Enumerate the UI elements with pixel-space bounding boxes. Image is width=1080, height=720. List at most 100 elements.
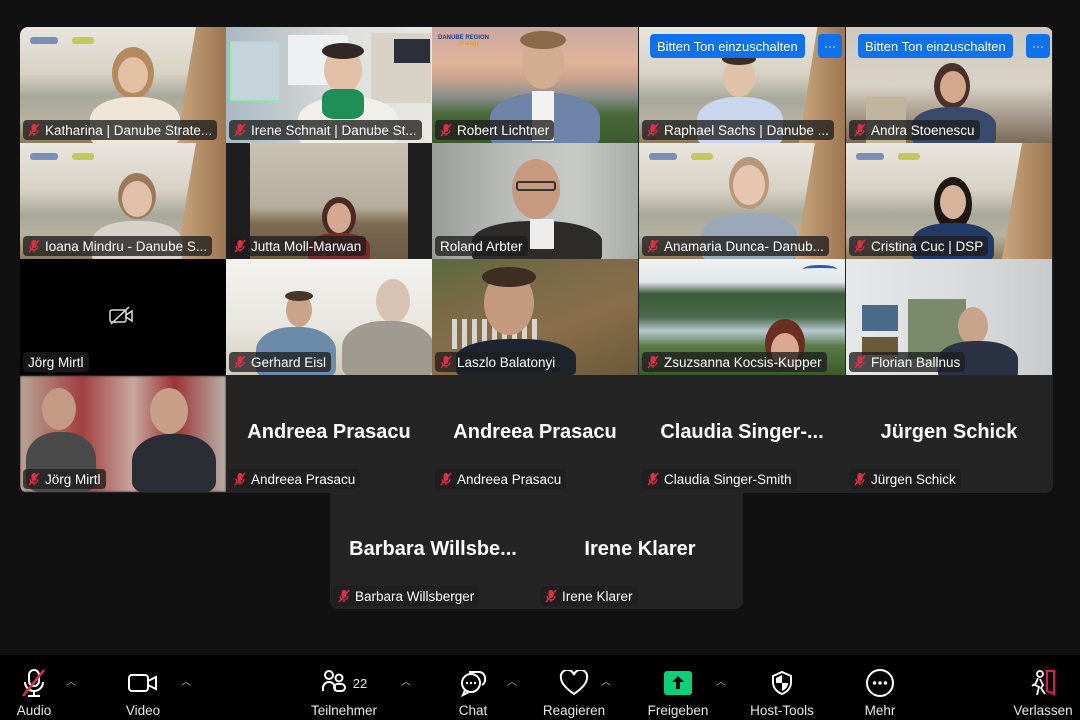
participant-tile[interactable]: Anamaria Dunca- Danub... [639, 143, 845, 259]
participant-name-tag: Claudia Singer-Smith [642, 469, 797, 489]
heart-icon [559, 665, 589, 701]
participant-tile-video-off[interactable]: Jürgen Schick Jürgen Schick [846, 376, 1052, 492]
mic-muted-icon [234, 472, 246, 486]
mic-muted-icon [545, 589, 557, 603]
participant-tile[interactable]: Laszlo Balatonyi [432, 259, 638, 375]
danube-region-logo: DANUBE REGION strategy [438, 35, 490, 47]
leave-button[interactable]: Verlassen [1008, 655, 1078, 720]
host-tools-label: Host-Tools [750, 703, 814, 718]
participant-tile[interactable]: Katharina | Danube Strate... [20, 27, 226, 143]
ask-to-unmute-button[interactable]: Bitten Ton einzuschalten [858, 34, 1013, 58]
participant-name-tag: Andreea Prasacu [229, 469, 361, 489]
participant-tile[interactable]: Florian Ballnus [846, 259, 1052, 375]
danube-strategy-logo [649, 153, 713, 160]
participant-count: 22 [352, 675, 368, 691]
danube-strategy-logo [30, 37, 94, 44]
participant-tile-video-off[interactable]: Barbara Willsbe... Barbara Willsberger [330, 493, 536, 609]
participant-tile-active-speaker[interactable]: Roland Arbter [432, 143, 638, 259]
react-options-caret[interactable]: ︿ [601, 673, 611, 688]
participant-tile-video-off[interactable]: Jörg Mirtl [20, 259, 226, 375]
participant-tile-video-off[interactable]: Andreea Prasacu Andreea Prasacu [432, 376, 638, 492]
participant-name: Irene Schnait | Danube St... [251, 122, 417, 138]
participant-name: Laszlo Balatonyi [457, 354, 556, 370]
participant-name: Anamaria Dunca- Danub... [664, 238, 824, 254]
participant-name-tag: Jutta Moll-Marwan [229, 236, 367, 256]
danube-strategy-logo [30, 153, 94, 160]
danube-region-logo [803, 265, 837, 273]
chat-label: Chat [458, 703, 488, 718]
react-label: Reagieren [542, 703, 606, 718]
participant-name-tag: Cristina Cuc | DSP [849, 236, 989, 256]
video-button[interactable]: Video [117, 655, 169, 720]
mic-muted-icon [440, 472, 452, 486]
participant-name: Andra Stoenescu [871, 122, 975, 138]
more-button[interactable]: Mehr [854, 655, 906, 720]
chat-options-caret[interactable]: ︿ [507, 673, 517, 688]
mic-muted-icon [20, 665, 48, 701]
participant-tile-video-off[interactable]: Andreea Prasacu Andreea Prasacu [226, 376, 432, 492]
leave-icon [1028, 665, 1058, 701]
participant-name: Irene Klarer [562, 588, 633, 604]
participant-name: Florian Ballnus [871, 354, 961, 370]
mic-muted-icon [440, 123, 452, 137]
participant-tile[interactable]: Bitten Ton einzuschalten ··· Andra Stoen… [846, 27, 1052, 143]
participant-name: Jutta Moll-Marwan [251, 238, 362, 254]
audio-button[interactable]: Audio [8, 655, 60, 720]
mic-muted-icon [28, 239, 40, 253]
participant-tile[interactable]: Jörg Mirtl [20, 376, 226, 492]
mic-muted-icon [28, 472, 40, 486]
video-off-icon [109, 306, 135, 331]
participant-tile-video-off[interactable]: Irene Klarer Irene Klarer [537, 493, 743, 609]
participant-name: Katharina | Danube Strate... [45, 122, 213, 138]
participant-tile[interactable]: Irene Schnait | Danube St... [226, 27, 432, 143]
participants-icon [321, 669, 347, 698]
share-screen-button[interactable]: Freigeben [642, 655, 714, 720]
participant-name-tag: Andra Stoenescu [849, 120, 980, 140]
participant-name: Andreea Prasacu [251, 471, 356, 487]
react-button[interactable]: Reagieren [538, 655, 610, 720]
leave-label: Verlassen [1013, 703, 1073, 718]
participant-tile[interactable]: Ioana Mindru - Danube S... [20, 143, 226, 259]
participant-name-tag: Jürgen Schick [849, 469, 961, 489]
participant-tile-video-off[interactable]: Claudia Singer-... Claudia Singer-Smith [639, 376, 845, 492]
mic-muted-icon [854, 355, 866, 369]
participant-name-tag: Ioana Mindru - Danube S... [23, 236, 213, 256]
participant-name: Cristina Cuc | DSP [871, 238, 984, 254]
participant-name-tag: Roland Arbter [435, 236, 528, 256]
participant-name-tag: Andreea Prasacu [435, 469, 567, 489]
share-options-caret[interactable]: ︿ [716, 673, 726, 688]
audio-options-caret[interactable]: ︿ [66, 673, 76, 688]
more-options-button[interactable]: ··· [1026, 34, 1050, 58]
participant-display-name: Claudia Singer-... [660, 421, 824, 443]
mic-muted-icon [854, 472, 866, 486]
danube-strategy-logo [856, 153, 920, 160]
participant-tile[interactable]: Zsuzsanna Kocsis-Kupper [639, 259, 845, 375]
participant-tile[interactable]: Cristina Cuc | DSP [846, 143, 1052, 259]
mic-muted-icon [28, 123, 40, 137]
participant-name: Ioana Mindru - Danube S... [45, 238, 208, 254]
participant-display-name: Jürgen Schick [880, 421, 1018, 443]
host-tools-button[interactable]: Host-Tools [744, 655, 820, 720]
participants-button[interactable]: 22 Teilnehmer [304, 655, 384, 720]
participants-options-caret[interactable]: ︿ [401, 673, 411, 688]
mic-muted-icon [234, 239, 246, 253]
more-icon [865, 665, 895, 701]
mic-muted-icon [854, 239, 866, 253]
participant-tile[interactable]: Bitten Ton einzuschalten ··· Raphael Sac… [639, 27, 845, 143]
participant-name-tag: Jörg Mirtl [23, 469, 106, 489]
ask-to-unmute-button[interactable]: Bitten Ton einzuschalten [650, 34, 805, 58]
video-options-caret[interactable]: ︿ [181, 673, 191, 688]
participant-display-name: Andreea Prasacu [247, 421, 411, 443]
participant-display-name: Irene Klarer [584, 538, 696, 560]
participant-name-tag: Florian Ballnus [849, 352, 966, 372]
participant-tile[interactable]: DANUBE REGION strategy Robert Lichtner [432, 27, 638, 143]
participant-tile[interactable]: Gerhard Eisl [226, 259, 432, 375]
participant-name: Gerhard Eisl [251, 354, 327, 370]
mic-muted-icon [647, 239, 659, 253]
gallery-view: Katharina | Danube Strate... Irene Schna… [20, 27, 1053, 493]
meeting-stage: Katharina | Danube Strate... Irene Schna… [0, 0, 1080, 655]
chat-button[interactable]: Chat [448, 655, 498, 720]
more-options-button[interactable]: ··· [818, 34, 842, 58]
participant-tile[interactable]: Jutta Moll-Marwan [226, 143, 432, 259]
gallery-last-row: Barbara Willsbe... Barbara Willsberger I… [330, 493, 743, 609]
